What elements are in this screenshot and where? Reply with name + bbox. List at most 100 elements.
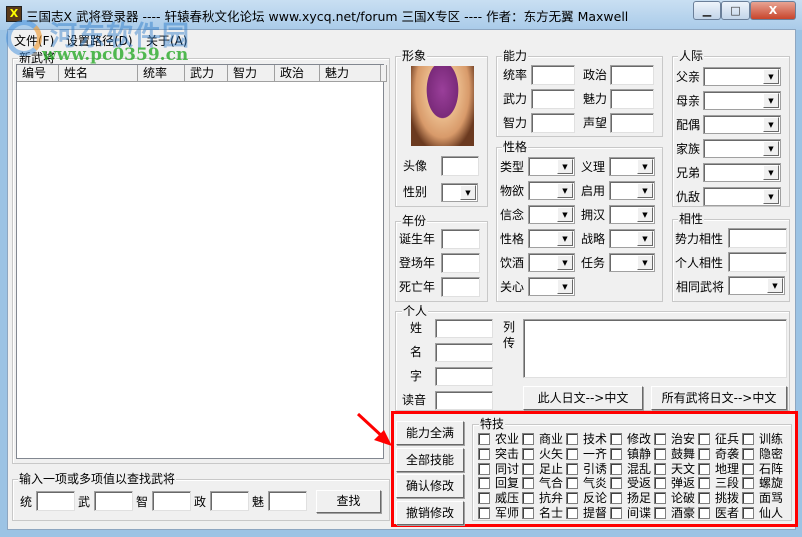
skill-checkbox[interactable] — [742, 507, 754, 519]
skill-checkbox[interactable] — [698, 433, 710, 445]
skill-checkbox[interactable] — [698, 507, 710, 519]
personality-combo[interactable]: ▼ — [528, 229, 575, 248]
personal-input[interactable] — [435, 391, 493, 410]
search-input[interactable] — [94, 491, 133, 511]
column-header[interactable]: 姓名 — [59, 65, 138, 82]
search-input[interactable] — [210, 491, 249, 511]
skill-checkbox[interactable] — [654, 492, 666, 505]
search-input[interactable] — [152, 491, 191, 511]
action-button[interactable]: 撤销修改 — [396, 500, 464, 525]
portrait-input[interactable] — [441, 156, 479, 176]
skill-checkbox[interactable] — [698, 447, 710, 460]
column-header[interactable]: 政治 — [275, 65, 320, 82]
ability-input[interactable] — [610, 65, 654, 85]
year-input[interactable] — [441, 229, 480, 249]
personality-combo[interactable]: ▼ — [609, 253, 655, 272]
skill-checkbox[interactable] — [522, 462, 534, 475]
year-input[interactable] — [441, 253, 480, 273]
skill-checkbox[interactable] — [742, 492, 754, 505]
personality-combo[interactable]: ▼ — [528, 205, 575, 224]
skill-checkbox[interactable] — [654, 477, 666, 490]
ability-input[interactable] — [610, 113, 654, 133]
skill-checkbox[interactable] — [566, 433, 578, 445]
relation-combo[interactable]: ▼ — [703, 91, 781, 110]
relation-combo[interactable]: ▼ — [703, 163, 781, 182]
skill-checkbox[interactable] — [478, 462, 490, 475]
skill-checkbox[interactable] — [742, 433, 754, 445]
skill-checkbox[interactable] — [610, 492, 622, 505]
skill-checkbox[interactable] — [742, 447, 754, 460]
skill-checkbox[interactable] — [610, 447, 622, 460]
column-header[interactable]: 智力 — [228, 65, 275, 82]
skill-checkbox[interactable] — [654, 433, 666, 445]
translate-this-button[interactable]: 此人日文-->中文 — [523, 386, 643, 410]
gender-combo[interactable]: ▼ — [441, 183, 478, 202]
skill-checkbox[interactable] — [698, 462, 710, 475]
skill-checkbox[interactable] — [522, 433, 534, 445]
skill-checkbox[interactable] — [478, 447, 490, 460]
minimize-button[interactable]: ▁ — [693, 1, 721, 20]
column-header[interactable]: 统率 — [138, 65, 185, 82]
skill-checkbox[interactable] — [566, 492, 578, 505]
skill-checkbox[interactable] — [698, 477, 710, 490]
ability-input[interactable] — [531, 113, 575, 133]
skill-checkbox[interactable] — [478, 477, 490, 490]
skill-checkbox[interactable] — [566, 447, 578, 460]
skill-checkbox[interactable] — [654, 507, 666, 519]
personality-combo[interactable]: ▼ — [528, 253, 575, 272]
action-button[interactable]: 能力全满 — [396, 421, 464, 445]
skill-checkbox[interactable] — [610, 507, 622, 519]
personal-input[interactable] — [435, 319, 493, 338]
skill-checkbox[interactable] — [522, 477, 534, 490]
close-button[interactable]: X — [750, 1, 796, 20]
maximize-button[interactable]: □ — [721, 1, 750, 20]
skill-checkbox[interactable] — [478, 507, 490, 519]
ability-input[interactable] — [531, 89, 575, 109]
skill-checkbox[interactable] — [478, 492, 490, 505]
action-button[interactable]: 确认修改 — [396, 474, 464, 498]
personality-combo[interactable]: ▼ — [609, 181, 655, 200]
skill-checkbox[interactable] — [654, 447, 666, 460]
skill-checkbox[interactable] — [522, 447, 534, 460]
column-header[interactable]: 武力 — [185, 65, 228, 82]
personal-input[interactable] — [435, 343, 493, 362]
find-button[interactable]: 查找 — [316, 490, 381, 513]
biography-textarea[interactable] — [523, 319, 787, 378]
skill-checkbox[interactable] — [610, 433, 622, 445]
search-input[interactable] — [268, 491, 307, 511]
skill-checkbox[interactable] — [566, 507, 578, 519]
skill-checkbox[interactable] — [610, 462, 622, 475]
skill-checkbox[interactable] — [522, 492, 534, 505]
relation-combo[interactable]: ▼ — [703, 115, 781, 134]
personality-combo[interactable]: ▼ — [609, 229, 655, 248]
skill-checkbox[interactable] — [654, 462, 666, 475]
general-list[interactable]: 编号 姓名 统率 武力 智力 政治 魅力 — [16, 64, 387, 459]
affinity-input[interactable] — [728, 228, 787, 248]
skill-checkbox[interactable] — [566, 477, 578, 490]
skill-checkbox[interactable] — [742, 462, 754, 475]
ability-input[interactable] — [610, 89, 654, 109]
relation-combo[interactable]: ▼ — [703, 67, 781, 86]
skill-checkbox[interactable] — [522, 507, 534, 519]
translate-all-button[interactable]: 所有武将日文-->中文 — [651, 386, 787, 410]
action-button[interactable]: 全部技能 — [396, 447, 464, 472]
column-header[interactable]: 编号 — [17, 65, 59, 82]
same-general-combo[interactable]: ▼ — [728, 276, 785, 295]
personality-combo[interactable]: ▼ — [528, 277, 575, 296]
skill-checkbox[interactable] — [478, 433, 490, 445]
affinity-input[interactable] — [728, 252, 787, 272]
personality-combo[interactable]: ▼ — [528, 181, 575, 200]
personality-combo[interactable]: ▼ — [609, 157, 655, 176]
skill-checkbox[interactable] — [566, 462, 578, 475]
column-header[interactable]: 魅力 — [320, 65, 381, 82]
relation-combo[interactable]: ▼ — [703, 187, 781, 206]
personality-combo[interactable]: ▼ — [528, 157, 575, 176]
relation-combo[interactable]: ▼ — [703, 139, 781, 158]
skill-checkbox[interactable] — [742, 477, 754, 490]
ability-input[interactable] — [531, 65, 575, 85]
search-input[interactable] — [36, 491, 75, 511]
personality-combo[interactable]: ▼ — [609, 205, 655, 224]
skill-checkbox[interactable] — [610, 477, 622, 490]
skill-checkbox[interactable] — [698, 492, 710, 505]
personal-input[interactable] — [435, 367, 493, 386]
